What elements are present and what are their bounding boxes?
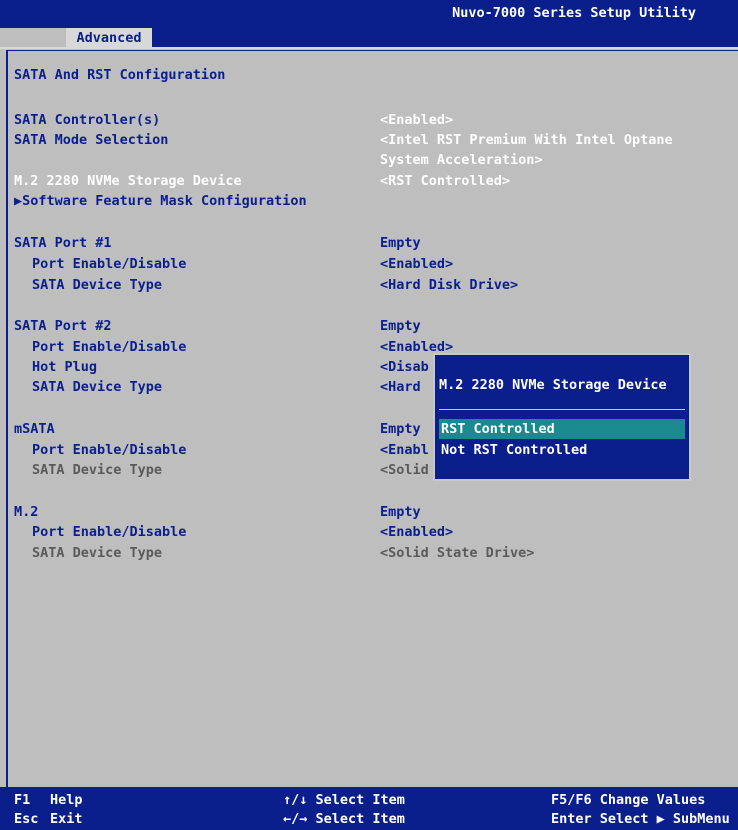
popup-title: M.2 2280 NVMe Storage Device <box>439 377 667 393</box>
leftright-select-hint: ←/→ Select Item <box>283 811 405 827</box>
msata-enable-value[interactable]: <Enabl <box>380 441 429 459</box>
msata-type-label: SATA Device Type <box>32 462 163 478</box>
software-feature-submenu[interactable]: ▶Software Feature Mask Configuration <box>14 192 307 210</box>
msata-type-value: <Solid <box>380 462 429 478</box>
f1-key: F1 <box>14 792 31 808</box>
sata-port1-label: SATA Port #1 <box>14 235 112 251</box>
sata-port1-enable-label[interactable]: Port Enable/Disable <box>32 255 186 273</box>
sata-port1-type-value[interactable]: <Hard Disk Drive> <box>380 276 518 294</box>
m2-nvme-label[interactable]: M.2 2280 NVMe Storage Device <box>14 172 242 190</box>
msata-enable-label[interactable]: Port Enable/Disable <box>32 441 186 459</box>
option-not-rst-controlled[interactable]: Not RST Controlled <box>439 440 685 460</box>
sata-port2-enable-label[interactable]: Port Enable/Disable <box>32 338 186 356</box>
sata-port2-status: Empty <box>380 318 421 334</box>
m2-nvme-value[interactable]: <RST Controlled> <box>380 172 510 190</box>
title-bar: Nuvo-7000 Series Setup Utility <box>0 0 738 28</box>
sata-port2-hotplug-value[interactable]: <Disab <box>380 358 429 376</box>
m2-enable-label[interactable]: Port Enable/Disable <box>32 523 186 541</box>
sata-port2-type-label[interactable]: SATA Device Type <box>32 378 162 396</box>
sata-controllers-value[interactable]: <Enabled> <box>380 111 453 129</box>
esc-key: Esc <box>14 811 39 827</box>
m2-label: M.2 <box>14 504 39 520</box>
f1-help: Help <box>50 792 83 808</box>
software-feature-label: Software Feature Mask Configuration <box>22 193 307 209</box>
esc-exit: Exit <box>50 811 83 827</box>
tab-strip <box>152 28 738 47</box>
msata-label: mSATA <box>14 421 55 437</box>
msata-status: Empty <box>380 421 421 437</box>
sata-port2-hotplug-label[interactable]: Hot Plug <box>32 358 97 376</box>
submenu-arrow-icon: ▶ <box>14 193 23 209</box>
section-title: SATA And RST Configuration <box>14 67 226 83</box>
enter-select-hint: Enter Select ▶ SubMenu <box>551 811 730 827</box>
sata-port1-enable-value[interactable]: <Enabled> <box>380 255 453 273</box>
m2-type-label: SATA Device Type <box>32 545 163 561</box>
sata-port2-type-value[interactable]: <Hard <box>380 378 421 396</box>
tab-advanced[interactable]: Advanced <box>66 28 152 48</box>
m2-type-value: <Solid State Drive> <box>380 545 535 561</box>
option-rst-controlled[interactable]: RST Controlled <box>439 419 685 439</box>
updown-select-hint: ↑/↓ Select Item <box>283 792 405 808</box>
m2-status: Empty <box>380 504 421 520</box>
key-help-bar: F1 Help Esc Exit ↑/↓ Select Item ←/→ Sel… <box>0 787 738 830</box>
sata-port1-status: Empty <box>380 235 421 251</box>
sata-mode-label[interactable]: SATA Mode Selection <box>14 131 168 149</box>
option-popup: M.2 2280 NVMe Storage Device RST Control… <box>433 353 691 481</box>
sata-port2-label: SATA Port #2 <box>14 318 112 334</box>
sata-mode-value-cont: System Acceleration> <box>380 152 543 168</box>
sata-port1-type-label[interactable]: SATA Device Type <box>32 276 162 294</box>
sata-mode-value[interactable]: <Intel RST Premium With Intel Optane <box>380 131 673 149</box>
sata-controllers-label[interactable]: SATA Controller(s) <box>14 111 160 129</box>
m2-enable-value[interactable]: <Enabled> <box>380 523 453 541</box>
change-values-hint: F5/F6 Change Values <box>551 792 706 808</box>
popup-divider <box>439 409 685 410</box>
app-title: Nuvo-7000 Series Setup Utility <box>452 5 696 21</box>
tab-divider <box>0 47 738 49</box>
